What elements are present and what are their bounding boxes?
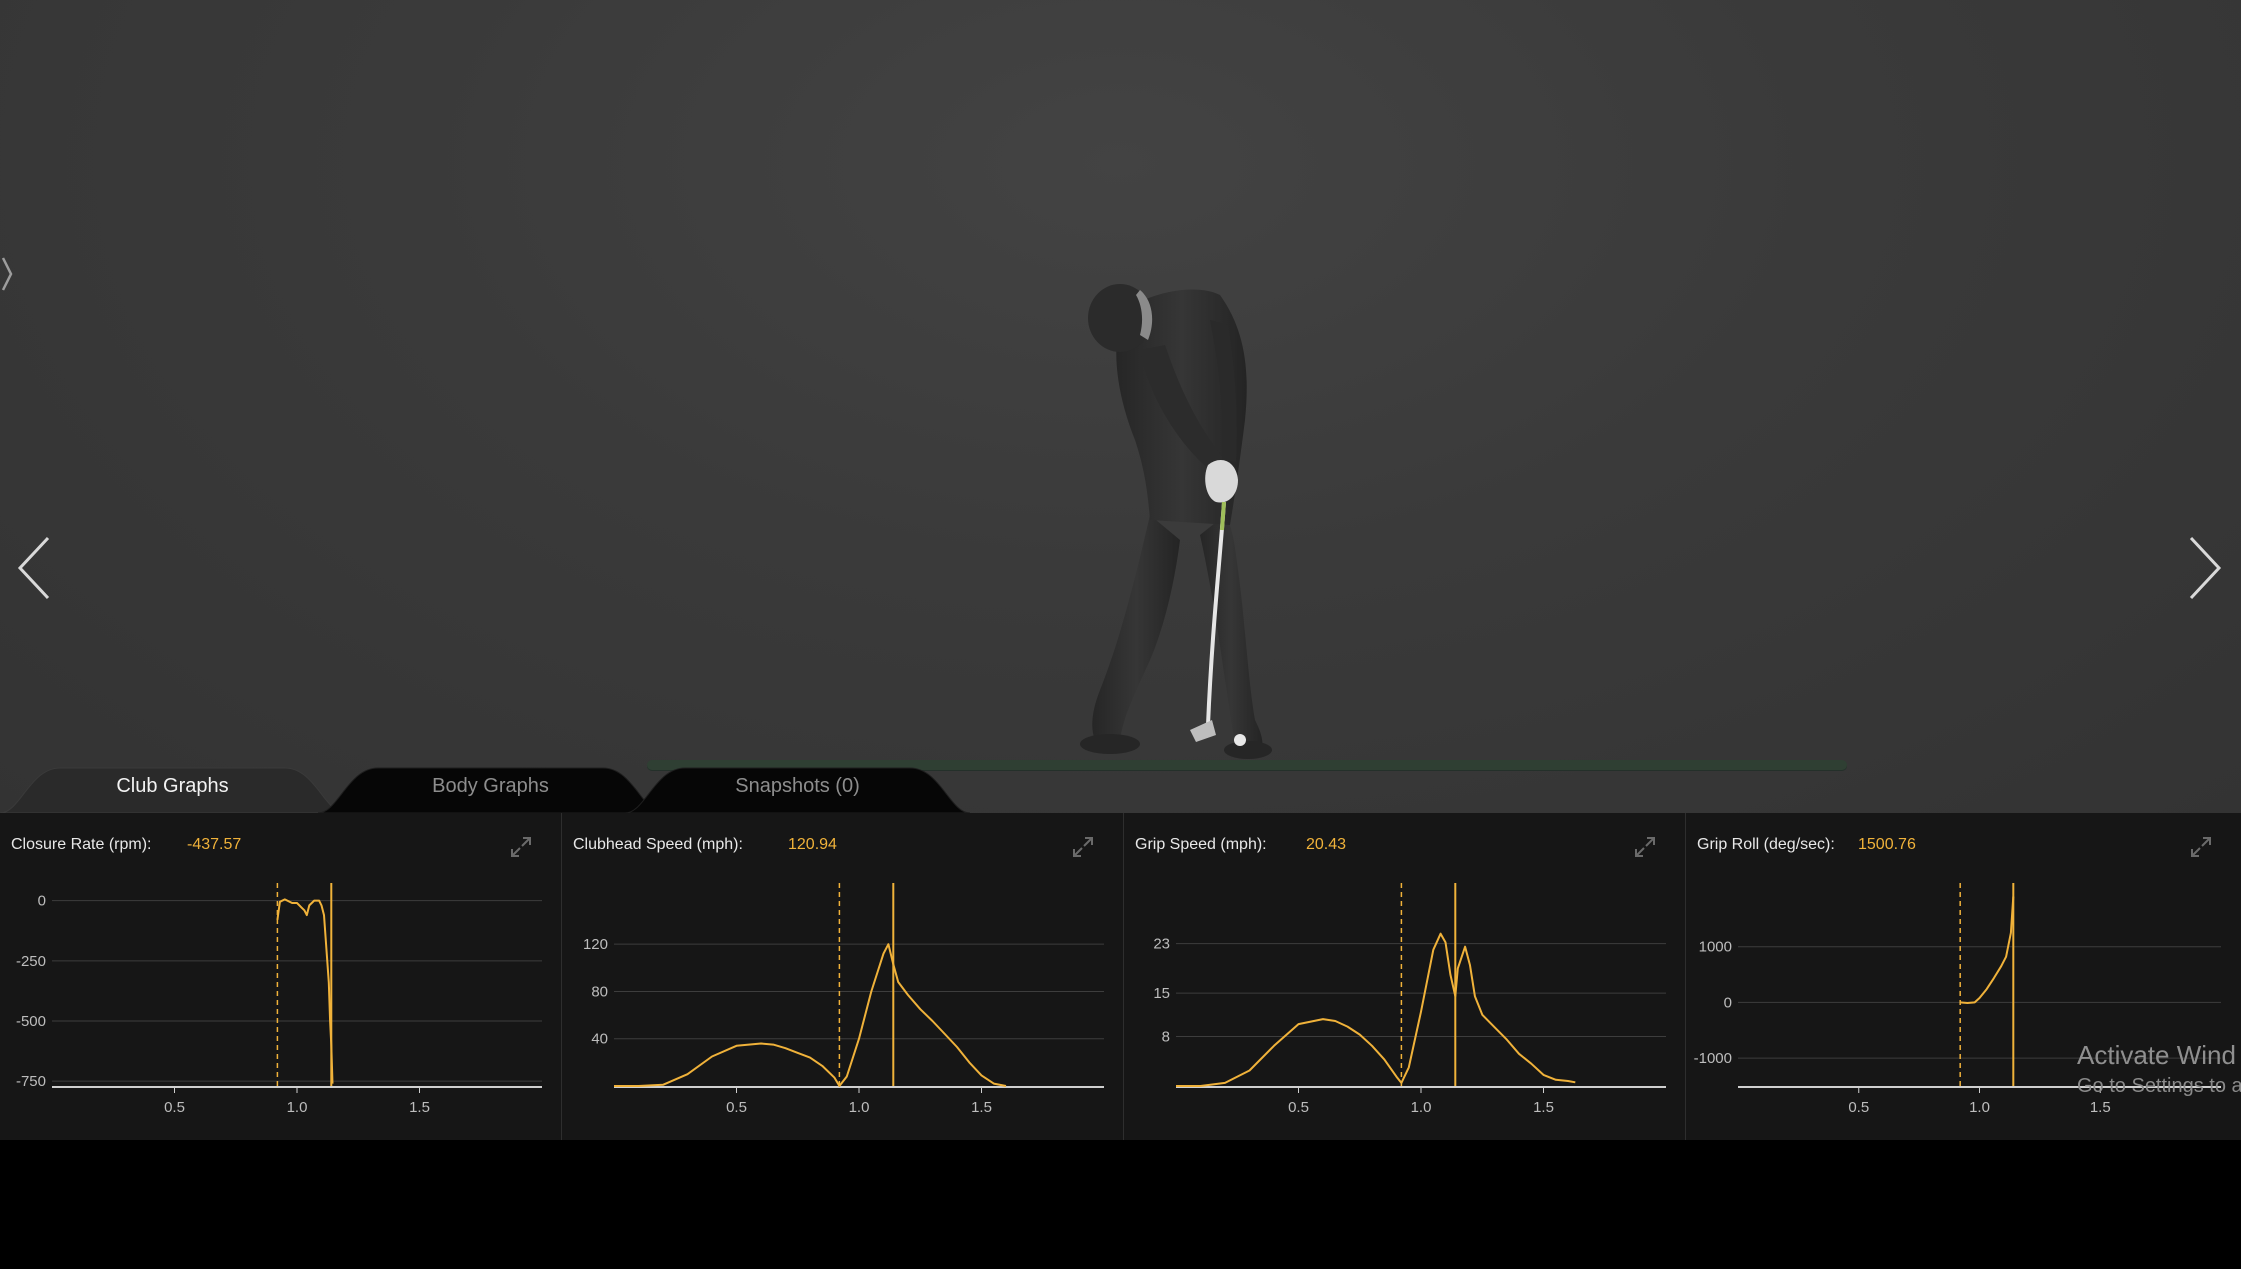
grip-speed-chart: 8 15 23 0.5 1.0 1.5 xyxy=(1153,883,1666,1116)
graph-tabs: Club Graphs Body Graphs Snapshots (0) xyxy=(0,760,2241,813)
y-tick-label: 15 xyxy=(1153,985,1170,1002)
grip-speed-panel: Grip Speed (mph): 20.43 8 15 23 0.5 1.0 1.5 xyxy=(1124,813,1686,1140)
tab-body-graphs[interactable]: Body Graphs xyxy=(318,760,663,813)
x-tick-label: 1.0 xyxy=(287,1099,308,1116)
windows-activation-watermark: Activate Wind Go to Settings to a xyxy=(2077,1040,2241,1098)
panel-value: 1500.76 xyxy=(1858,836,1916,853)
expand-icon[interactable] xyxy=(1633,835,1657,859)
tab-label: Club Graphs xyxy=(116,775,229,797)
previous-swing-button[interactable] xyxy=(12,532,62,604)
tab-snapshots[interactable]: Snapshots (0) xyxy=(625,760,970,813)
watermark-title: Activate Wind xyxy=(2077,1040,2236,1070)
expand-icon[interactable] xyxy=(2189,835,2213,859)
side-panel-toggle[interactable] xyxy=(0,254,16,294)
x-tick-label: 1.0 xyxy=(849,1099,870,1116)
series-line xyxy=(614,943,1007,1087)
golfer-avatar xyxy=(1080,284,1272,759)
next-swing-button[interactable] xyxy=(2177,532,2227,604)
x-tick-label: 1.5 xyxy=(971,1099,992,1116)
y-tick-label: -500 xyxy=(16,1013,46,1030)
y-tick-label: 23 xyxy=(1153,936,1170,953)
y-tick-label: -1000 xyxy=(1694,1050,1732,1067)
tab-club-graphs[interactable]: Club Graphs xyxy=(0,760,345,813)
panel-value: 120.94 xyxy=(788,836,837,853)
panel-title: Closure Rate (rpm): xyxy=(11,836,152,853)
panel-title: Clubhead Speed (mph): xyxy=(573,836,743,853)
tab-label: Body Graphs xyxy=(432,775,549,797)
clubhead-speed-chart: 40 80 120 0.5 1.0 1.5 xyxy=(583,883,1104,1116)
panel-title: Grip Roll (deg/sec): xyxy=(1697,836,1835,853)
panel-value: 20.43 xyxy=(1306,836,1347,853)
series-line xyxy=(1960,896,2015,1004)
chevron-right-icon xyxy=(2189,536,2222,600)
expand-icon[interactable] xyxy=(509,835,533,859)
y-tick-label: 40 xyxy=(591,1031,608,1048)
series-line xyxy=(276,898,334,1084)
y-tick-label: -750 xyxy=(16,1073,46,1090)
y-tick-label: -250 xyxy=(16,953,46,970)
x-tick-label: 1.5 xyxy=(2090,1099,2111,1116)
series-line xyxy=(1176,932,1576,1087)
tab-label: Snapshots (0) xyxy=(735,775,860,797)
closure-rate-panel: Closure Rate (rpm): -437.57 0 -250 -500 -75… xyxy=(0,813,562,1140)
x-tick-label: 1.0 xyxy=(1411,1099,1432,1116)
y-tick-label: 80 xyxy=(591,983,608,1000)
expand-icon[interactable] xyxy=(1071,835,1095,859)
y-tick-label: 120 xyxy=(583,936,608,953)
x-tick-label: 1.5 xyxy=(409,1099,430,1116)
viewport-3d[interactable] xyxy=(0,0,2241,813)
x-tick-label: 1.0 xyxy=(1969,1099,1990,1116)
x-tick-label: 0.5 xyxy=(1848,1099,1869,1116)
graph-panels: Closure Rate (rpm): -437.57 0 -250 -500 -75… xyxy=(0,813,2241,1140)
y-tick-label: 8 xyxy=(1162,1028,1170,1045)
x-tick-label: 1.5 xyxy=(1533,1099,1554,1116)
x-tick-label: 0.5 xyxy=(1288,1099,1309,1116)
x-tick-label: 0.5 xyxy=(726,1099,747,1116)
grip-roll-chart: 1000 0 -1000 0.5 1.0 1.5 xyxy=(1694,883,2221,1116)
chevron-right-icon xyxy=(1,257,13,291)
y-tick-label: 1000 xyxy=(1699,939,1732,956)
y-tick-label: 0 xyxy=(38,893,46,910)
clubhead-speed-panel: Clubhead Speed (mph): 120.94 40 80 120 0.5 1… xyxy=(562,813,1124,1140)
watermark-subtitle: Go to Settings to a xyxy=(2077,1075,2241,1097)
x-tick-label: 0.5 xyxy=(164,1099,185,1116)
panel-value: -437.57 xyxy=(187,836,242,853)
chevron-left-icon xyxy=(17,536,50,600)
y-tick-label: 0 xyxy=(1724,994,1732,1011)
closure-rate-chart: 0 -250 -500 -750 0.5 1.0 1.5 xyxy=(16,883,542,1116)
panel-title: Grip Speed (mph): xyxy=(1135,836,1267,853)
